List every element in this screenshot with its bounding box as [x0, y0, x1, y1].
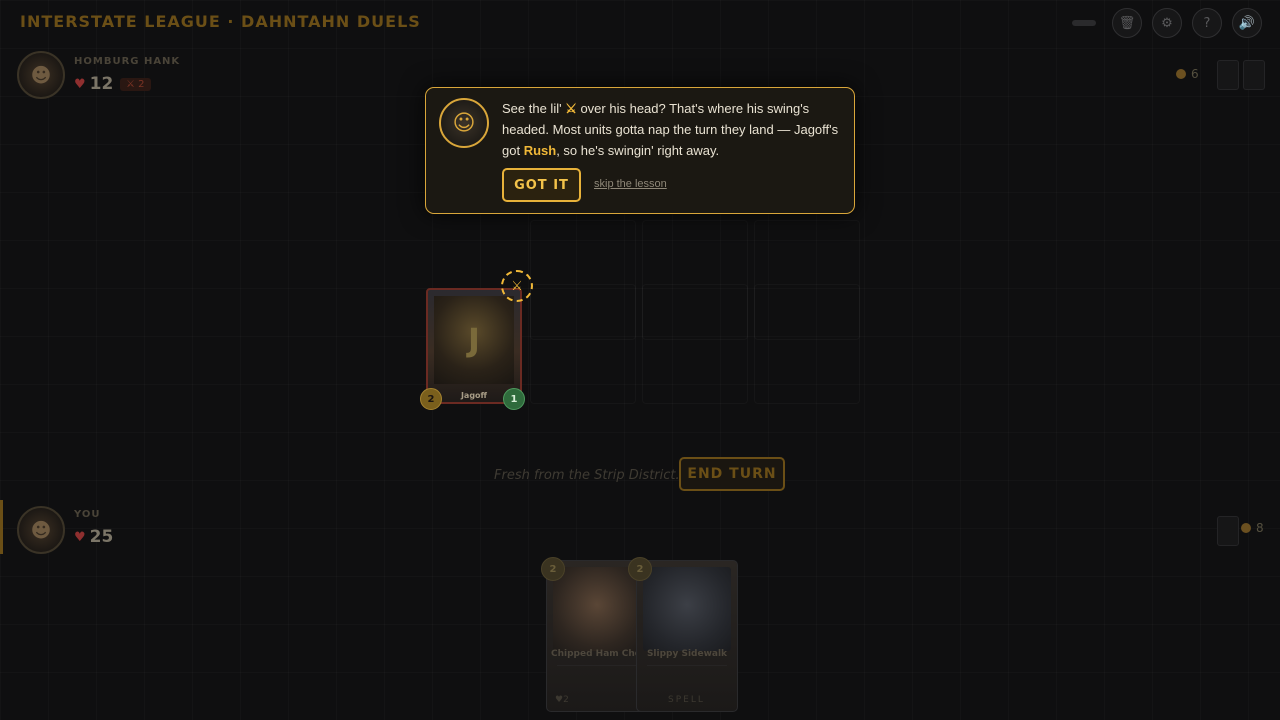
card-cost-badge: 2 — [628, 557, 652, 581]
board-lane — [530, 284, 636, 404]
card-art — [553, 567, 641, 651]
card-description — [647, 665, 727, 686]
jagoff-unit-card[interactable]: J Jagoff — [426, 288, 522, 404]
opponent-coins: 6 — [1176, 67, 1199, 81]
skip-lesson-link[interactable]: skip the lesson — [594, 178, 667, 190]
player-avatar: ☻ — [17, 506, 65, 554]
player-coins: 8 — [1241, 521, 1264, 535]
top-icon-bar: 🗑 ⚙ ? 🔊 — [1072, 8, 1262, 38]
unit-power-badge: 1 — [503, 388, 525, 410]
end-turn-button[interactable]: END TURN — [679, 457, 785, 491]
heart-icon: ♥ — [74, 529, 86, 545]
opponent-discard-button[interactable] — [1243, 60, 1265, 90]
flavor-text: Fresh from the Strip District. — [494, 468, 680, 483]
tutorial-text-part: , so he's swingin' right away. — [556, 143, 720, 158]
opponent-name: HOMBURG HANK — [74, 56, 181, 67]
heart-icon: ♥ — [74, 76, 86, 92]
tutorial-text-part: See the lil' — [502, 101, 566, 116]
card-title: Slippy Sidewalk — [646, 649, 728, 659]
card-health: ♥2 — [555, 695, 569, 705]
status-pill — [1072, 20, 1096, 26]
player-coins-value: 8 — [1256, 521, 1264, 535]
opponent-health: ♥ 12 — [74, 74, 113, 94]
coach-avatar: ☺ — [439, 98, 489, 148]
coin-icon — [1241, 523, 1251, 533]
got-it-button[interactable]: GOT IT — [502, 168, 581, 202]
opponent-attack-badge: ⚔ 2 — [120, 78, 151, 91]
opponent-deck-button[interactable] — [1217, 60, 1239, 90]
trash-icon[interactable]: 🗑 — [1112, 8, 1142, 38]
attack-intent-icon: ⚔ — [501, 270, 533, 302]
card-art — [643, 567, 731, 651]
player-health: ♥ 25 — [74, 527, 113, 547]
swords-icon: ⚔ — [565, 101, 577, 116]
card-cost-badge: 2 — [541, 557, 565, 581]
player-health-value: 25 — [89, 527, 114, 547]
game-title: INTERSTATE LEAGUE · DAHNTAHN DUELS — [20, 12, 421, 31]
board-lane — [754, 284, 860, 404]
tutorial-text: See the lil' ⚔ over his head? That's whe… — [502, 98, 842, 161]
rush-keyword: Rush — [523, 143, 557, 158]
board-lane — [642, 284, 748, 404]
card-title: Chipped Ham Chomper — [551, 649, 643, 659]
opponent-health-value: 12 — [89, 74, 114, 94]
unit-cost-badge: 2 — [420, 388, 442, 410]
opponent-avatar: ☻ — [17, 51, 65, 99]
speaker-icon[interactable]: 🔊 — [1232, 8, 1262, 38]
opponent-coins-value: 6 — [1191, 67, 1199, 81]
coin-icon — [1176, 69, 1186, 79]
tutorial-panel: ☺ See the lil' ⚔ over his head? That's w… — [425, 87, 855, 214]
active-player-indicator — [0, 500, 3, 554]
hand-card[interactable]: Chipped Ham Chomper — [546, 560, 648, 712]
gear-icon[interactable]: ⚙ — [1152, 8, 1182, 38]
player-deck-button[interactable] — [1217, 516, 1239, 546]
player-name: YOU — [74, 509, 101, 520]
card-description — [557, 665, 637, 686]
hand-card[interactable]: Slippy Sidewalk — [636, 560, 738, 712]
unit-art: J — [434, 296, 514, 384]
card-type: SPELL — [668, 695, 705, 705]
help-icon[interactable]: ? — [1192, 8, 1222, 38]
